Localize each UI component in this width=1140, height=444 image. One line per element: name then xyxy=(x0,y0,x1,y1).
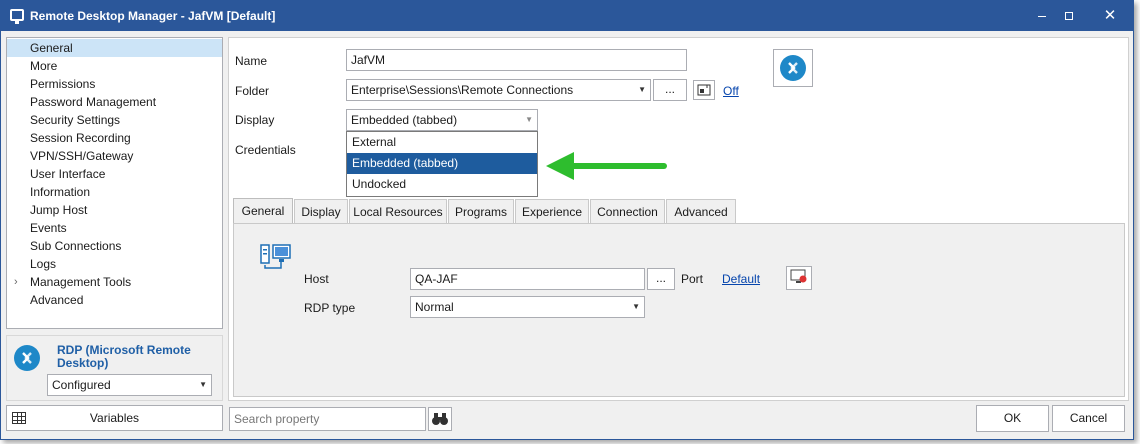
folder-browse-button[interactable]: ... xyxy=(653,79,687,101)
sidebar-item-vpn-ssh-gateway[interactable]: VPN/SSH/Gateway xyxy=(7,147,222,165)
chevron-down-icon: ▼ xyxy=(525,115,533,124)
minimize-icon xyxy=(1038,15,1046,18)
display-option-undocked[interactable]: Undocked xyxy=(347,174,537,195)
tab-general[interactable]: General xyxy=(233,198,293,225)
sidebar-item-label: VPN/SSH/Gateway xyxy=(30,149,134,163)
port-default-link[interactable]: Default xyxy=(722,272,760,286)
maximize-icon xyxy=(1065,12,1073,20)
find-button[interactable] xyxy=(428,407,452,431)
sidebar: General More Permissions Password Manage… xyxy=(6,37,223,329)
sidebar-item-label: Sub Connections xyxy=(30,239,122,253)
monitor-record-icon xyxy=(790,269,807,283)
sidebar-item-advanced[interactable]: Advanced xyxy=(7,291,222,309)
maximize-button[interactable] xyxy=(1058,5,1080,27)
tab-programs[interactable]: Programs xyxy=(448,199,514,225)
cancel-button[interactable]: Cancel xyxy=(1052,405,1125,432)
entry-type-panel: RDP (Microsoft Remote Desktop) Configure… xyxy=(6,335,223,401)
sidebar-item-management-tools[interactable]: › Management Tools xyxy=(7,273,222,291)
folder-value: Enterprise\Sessions\Remote Connections xyxy=(351,83,574,97)
folder-label: Folder xyxy=(235,84,270,98)
rdp-type-select[interactable]: Normal ▼ xyxy=(410,296,645,318)
display-select[interactable]: Embedded (tabbed) ▼ xyxy=(346,109,538,131)
connection-icon-button[interactable] xyxy=(773,49,813,87)
sidebar-item-label: Security Settings xyxy=(30,113,121,127)
rdp-icon xyxy=(780,55,806,81)
chevron-down-icon: ▼ xyxy=(632,302,640,311)
host-browse-button[interactable]: ... xyxy=(647,268,675,290)
sidebar-item-logs[interactable]: Logs xyxy=(7,255,222,273)
sidebar-item-label: User Interface xyxy=(30,167,106,181)
sidebar-item-general[interactable]: General xyxy=(7,39,222,57)
host-network-icon xyxy=(260,244,291,269)
sidebar-item-label: Session Recording xyxy=(30,131,131,145)
display-dropdown-list: External Embedded (tabbed) Undocked xyxy=(346,131,538,197)
sidebar-item-sub-connections[interactable]: Sub Connections xyxy=(7,237,222,255)
sidebar-item-label: More xyxy=(30,59,58,73)
green-arrow-icon xyxy=(546,152,667,180)
sidebar-item-label: Information xyxy=(30,185,91,199)
variables-button-label: Variables xyxy=(89,411,140,425)
chevron-down-icon: ▼ xyxy=(199,380,207,389)
folder-pin-button[interactable] xyxy=(693,80,715,100)
host-label: Host xyxy=(304,272,329,286)
sidebar-item-label: Management Tools xyxy=(30,275,132,289)
chevron-down-icon: ▼ xyxy=(638,85,646,94)
title-bar: Remote Desktop Manager - JafVM [Default]… xyxy=(1,1,1133,31)
monitor-icon xyxy=(10,9,24,24)
sidebar-item-security-settings[interactable]: Security Settings xyxy=(7,111,222,129)
display-option-embedded[interactable]: Embedded (tabbed) xyxy=(347,153,537,174)
rdp-type-label: RDP type xyxy=(304,301,356,315)
sidebar-item-user-interface[interactable]: User Interface xyxy=(7,165,222,183)
binoculars-icon xyxy=(432,413,448,425)
sidebar-item-more[interactable]: More xyxy=(7,57,222,75)
host-test-button[interactable] xyxy=(786,266,812,290)
folder-select[interactable]: Enterprise\Sessions\Remote Connections ▼ xyxy=(346,79,651,101)
ok-button[interactable]: OK xyxy=(976,405,1049,432)
close-button[interactable]: ✕ xyxy=(1099,5,1121,27)
sidebar-item-label: Permissions xyxy=(30,77,96,91)
entry-type-label: RDP (Microsoft Remote Desktop) xyxy=(57,343,191,370)
name-field[interactable]: JafVM xyxy=(346,49,687,71)
sidebar-item-label: Logs xyxy=(30,257,57,271)
name-value: JafVM xyxy=(351,53,386,67)
sidebar-item-label: Jump Host xyxy=(30,203,88,217)
entry-status-value: Configured xyxy=(52,378,111,392)
display-label: Display xyxy=(235,113,275,127)
chevron-right-icon[interactable]: › xyxy=(14,273,18,291)
window-pin-icon xyxy=(697,84,711,96)
tab-local-resources[interactable]: Local Resources xyxy=(349,199,447,225)
host-field[interactable]: QA-JAF xyxy=(410,268,645,290)
window-title: Remote Desktop Manager - JafVM [Default] xyxy=(30,9,276,23)
sidebar-item-events[interactable]: Events xyxy=(7,219,222,237)
variables-button[interactable]: Variables xyxy=(6,405,223,431)
tab-display[interactable]: Display xyxy=(294,199,348,225)
sidebar-item-jump-host[interactable]: Jump Host xyxy=(7,201,222,219)
tab-connection[interactable]: Connection xyxy=(590,199,665,225)
sidebar-item-session-recording[interactable]: Session Recording xyxy=(7,129,222,147)
rdp-icon xyxy=(14,345,40,371)
tab-advanced[interactable]: Advanced xyxy=(666,199,736,225)
minimize-button[interactable] xyxy=(1031,5,1053,27)
sidebar-item-information[interactable]: Information xyxy=(7,183,222,201)
table-icon xyxy=(12,412,26,424)
tab-experience[interactable]: Experience xyxy=(515,199,589,225)
host-value: QA-JAF xyxy=(415,272,458,286)
folder-off-link[interactable]: Off xyxy=(723,84,739,98)
entry-status-select[interactable]: Configured ▼ xyxy=(47,374,212,396)
sidebar-item-label: Password Management xyxy=(30,95,157,109)
sidebar-item-label: General xyxy=(30,41,73,55)
general-tab-panel xyxy=(233,223,1125,397)
display-option-external[interactable]: External xyxy=(347,132,537,153)
sidebar-item-permissions[interactable]: Permissions xyxy=(7,75,222,93)
port-label: Port xyxy=(681,272,704,286)
rdm-window: Remote Desktop Manager - JafVM [Default]… xyxy=(0,0,1134,440)
name-label: Name xyxy=(235,54,268,68)
credentials-label: Credentials xyxy=(235,143,296,157)
rdp-type-value: Normal xyxy=(415,300,454,314)
search-property-input[interactable]: Search property xyxy=(229,407,426,431)
sidebar-item-password-management[interactable]: Password Management xyxy=(7,93,222,111)
sidebar-item-label: Advanced xyxy=(30,293,84,307)
sidebar-item-label: Events xyxy=(30,221,67,235)
display-value: Embedded (tabbed) xyxy=(351,113,458,127)
